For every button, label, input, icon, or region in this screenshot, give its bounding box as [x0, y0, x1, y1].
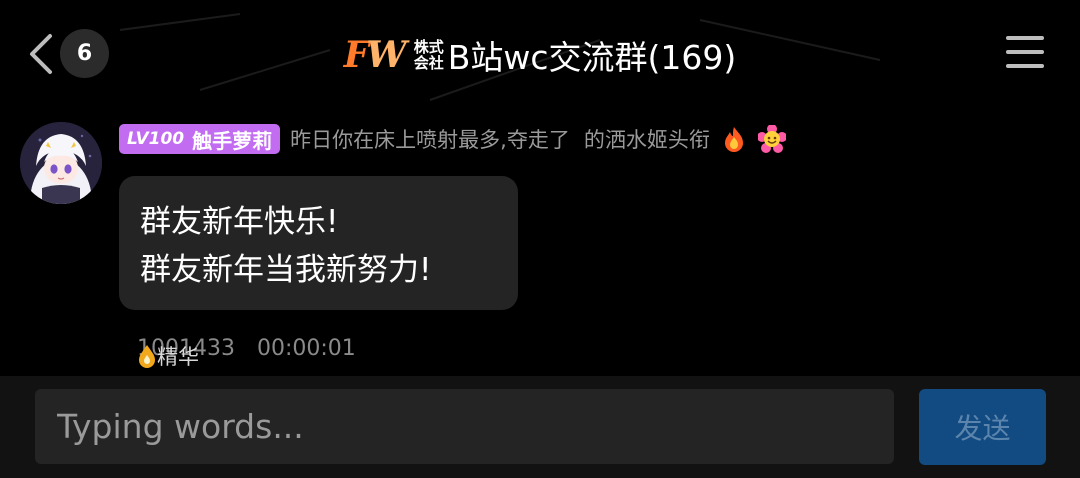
fw-logo: FW [343, 34, 407, 76]
level-label: LV100 [127, 129, 185, 149]
anime-avatar-image [20, 122, 102, 204]
sender-line: LV100 触手萝莉 昨日你在床上喷射最多,夺走了 的洒水姬头衔 [119, 124, 786, 154]
message-input[interactable] [35, 389, 894, 464]
fire-emoji-icon [724, 127, 743, 152]
group-title: B站wc交流群(169) [447, 38, 737, 77]
message-line-1: 群友新年快乐! [140, 204, 339, 240]
essence-label: 精华 [157, 345, 199, 369]
message-line-2: 群友新年当我新努力! [140, 252, 432, 288]
menu-button[interactable] [1006, 36, 1044, 70]
send-button[interactable]: 发送 [919, 389, 1046, 465]
group-title-area: FW 株式 会社 B站wc交流群(169) [0, 30, 1080, 80]
member-title: 昨日你在床上喷射最多,夺走了 的洒水姬头衔 [290, 128, 710, 152]
essence-tag[interactable]: 精华 [137, 342, 199, 370]
message-time: 00:00:01 [256, 336, 356, 361]
company-tag: 株式 会社 [413, 38, 444, 72]
chat-header: 6 FW 株式 会社 B站wc交流群(169) [0, 0, 1080, 108]
flower-smiley-emoji-icon [757, 125, 786, 153]
level-nickname-badge[interactable]: LV100 触手萝莉 [119, 124, 281, 154]
sender-avatar[interactable] [20, 122, 102, 204]
hamburger-menu-icon [1006, 36, 1044, 68]
sender-nickname: 触手萝莉 [192, 128, 273, 153]
flame-drop-icon [139, 345, 155, 368]
message-bubble[interactable]: 群友新年快乐! 群友新年当我新努力! [119, 176, 518, 310]
